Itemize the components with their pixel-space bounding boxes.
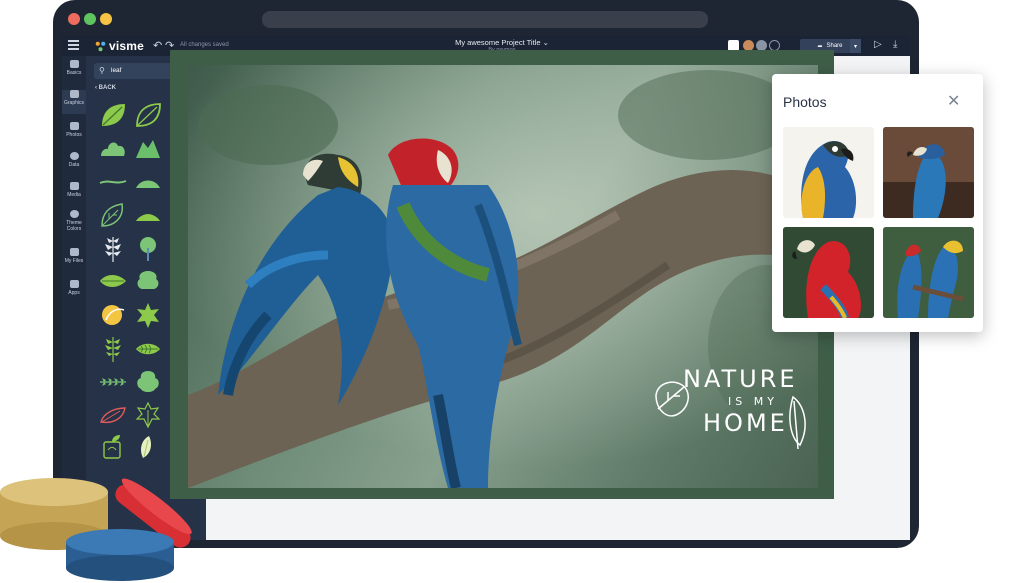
- rail-item-basics[interactable]: Basics: [62, 60, 86, 84]
- close-icon[interactable]: ✕: [947, 91, 960, 111]
- leaf-graphic[interactable]: [98, 266, 128, 296]
- rail-item-my-files[interactable]: My Files: [62, 248, 86, 270]
- rail-label: Basics: [66, 70, 82, 76]
- rail-item-apps[interactable]: Apps: [62, 280, 86, 302]
- back-label: BACK: [98, 85, 117, 91]
- media-icon: [69, 182, 79, 190]
- logo-text: visme: [109, 39, 145, 53]
- scarlet-macaw-photo: [783, 227, 874, 318]
- app-logo[interactable]: visme: [95, 39, 144, 53]
- address-bar[interactable]: [262, 11, 708, 28]
- photo-thumbnail-4[interactable]: [883, 227, 974, 318]
- leaf-graphic[interactable]: [133, 334, 163, 364]
- graphics-icon: [69, 90, 79, 98]
- photos-panel-title: Photos: [783, 94, 827, 110]
- back-button[interactable]: ‹ BACK: [95, 85, 116, 91]
- palette-icon: [69, 210, 79, 218]
- photo-thumbnail-1[interactable]: [783, 127, 874, 218]
- two-macaws-photo: [883, 227, 974, 318]
- photos-icon: [69, 122, 79, 130]
- headline-home[interactable]: HOME: [703, 409, 788, 437]
- project-title[interactable]: My awesome Project Title ⌄: [402, 38, 602, 47]
- photo-thumbnail-2[interactable]: [883, 127, 974, 218]
- blue-gold-macaw-photo: [883, 127, 974, 218]
- menu-icon[interactable]: [68, 40, 79, 52]
- download-icon[interactable]: ⤓: [893, 39, 897, 50]
- leaf-graphic[interactable]: [98, 200, 128, 230]
- leaf-graphic[interactable]: [133, 134, 163, 164]
- tree-graphic[interactable]: [133, 234, 163, 264]
- data-icon: [69, 152, 79, 160]
- rail-label: Apps: [68, 290, 80, 296]
- leaf-graphic[interactable]: [98, 234, 128, 264]
- leaf-graphic[interactable]: [133, 400, 163, 430]
- rail-label: Data: [68, 162, 80, 168]
- rail-label: Theme Colors: [66, 220, 82, 232]
- photos-panel: Photos ✕: [772, 74, 983, 332]
- share-dropdown-icon[interactable]: ▾: [850, 39, 861, 53]
- leaf-graphic[interactable]: [98, 300, 128, 330]
- leaf-graphic[interactable]: [98, 100, 128, 130]
- leaf-graphic[interactable]: [98, 134, 128, 164]
- visme-logo-icon: [95, 41, 106, 51]
- blue-yellow-macaw-photo: [783, 127, 874, 218]
- folder-icon: [69, 248, 79, 256]
- basics-icon: [69, 60, 79, 68]
- leaf-graphic[interactable]: [133, 200, 163, 230]
- minimize-window-dot[interactable]: [100, 13, 112, 25]
- chevron-down-icon: ⌄: [542, 38, 549, 47]
- leaf-graphic[interactable]: [133, 100, 163, 130]
- autosave-status: All changes saved: [180, 42, 229, 48]
- share-label: Share: [826, 43, 843, 49]
- rail-item-photos[interactable]: Photos: [62, 122, 86, 144]
- left-rail: Basics Graphics Photos Data Media Theme …: [62, 56, 86, 540]
- parrot-photo[interactable]: NATURE IS MY HOME: [188, 65, 818, 488]
- rail-item-theme-colors[interactable]: Theme Colors: [62, 210, 86, 238]
- rail-item-graphics[interactable]: Graphics: [62, 90, 86, 114]
- project-title-text: My awesome Project Title: [455, 38, 541, 47]
- leaf-graphic[interactable]: [133, 300, 163, 330]
- rail-item-data[interactable]: Data: [62, 152, 86, 174]
- leaf-graphic[interactable]: [133, 266, 163, 296]
- undo-icon[interactable]: ↶: [153, 39, 162, 52]
- rail-label: Media: [67, 192, 81, 198]
- close-window-dot[interactable]: [68, 13, 80, 25]
- leaf-graphic[interactable]: [98, 166, 128, 196]
- chevron-left-icon: ‹: [95, 85, 97, 91]
- apps-icon: [69, 280, 79, 288]
- leaf-graphic[interactable]: [133, 366, 163, 396]
- search-value: leaf: [111, 67, 122, 74]
- decorative-cylinders: [0, 478, 192, 581]
- share-icon: ➦: [817, 43, 823, 50]
- leaf-graphic[interactable]: [98, 432, 128, 462]
- headline-is-my[interactable]: IS MY: [728, 395, 778, 408]
- leaf-graphic[interactable]: [133, 432, 163, 462]
- rail-label: Graphics: [63, 100, 84, 106]
- rail-item-media[interactable]: Media: [62, 182, 86, 204]
- search-icon: ⚲: [99, 66, 105, 75]
- maximize-window-dot[interactable]: [84, 13, 96, 25]
- rail-label: Photos: [66, 132, 82, 138]
- play-icon[interactable]: ▷: [874, 39, 882, 50]
- headline-nature[interactable]: NATURE: [683, 365, 798, 393]
- leaf-graphic[interactable]: [133, 166, 163, 196]
- photo-thumbnail-3[interactable]: [783, 227, 874, 318]
- leaf-graphic[interactable]: [98, 366, 128, 396]
- rail-label: My Files: [64, 258, 84, 264]
- leaf-graphic[interactable]: [98, 334, 128, 364]
- leaf-graphic[interactable]: [98, 400, 128, 430]
